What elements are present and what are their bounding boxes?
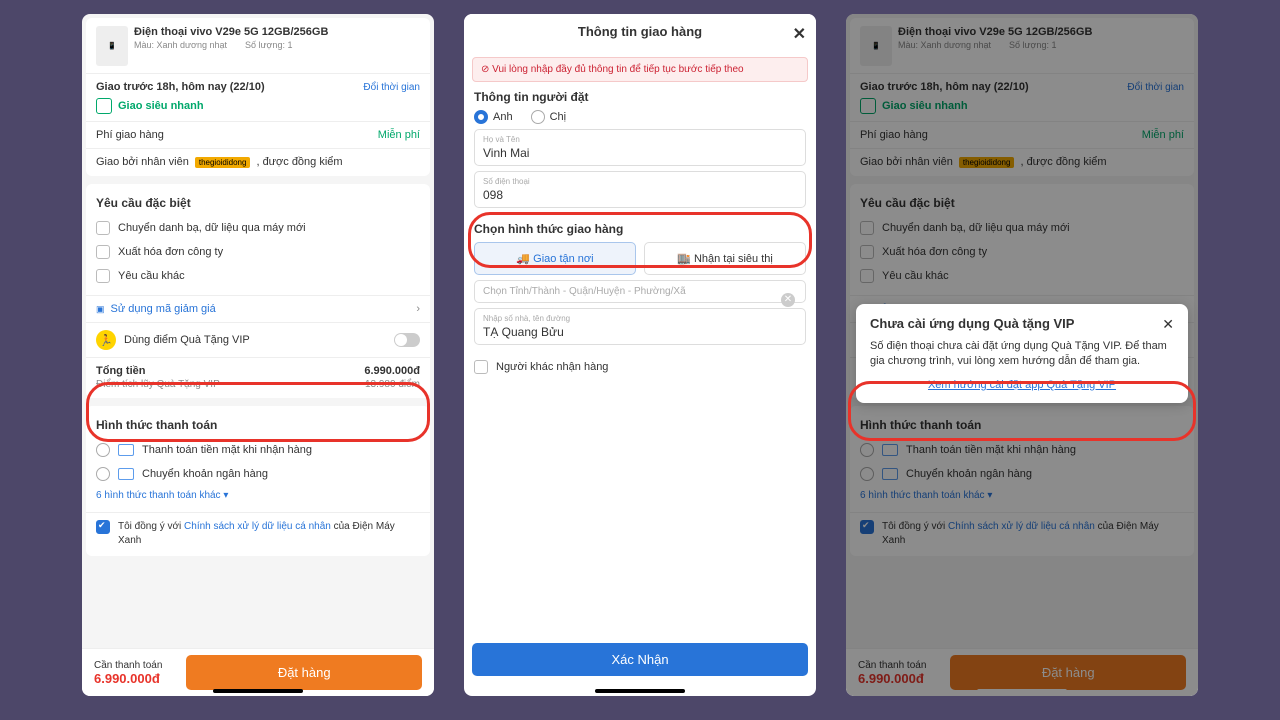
opt3-label: Yêu cầu khác <box>118 270 185 282</box>
more-payment-link[interactable]: 6 hình thức thanh toán khác ▾ <box>96 486 420 505</box>
confirm-button[interactable]: Xác Nhận <box>472 643 808 676</box>
screen-shipping-modal: Thông tin giao hàng ✕ ⊘ Vui lòng nhập đầ… <box>464 14 816 696</box>
ship-fee-label: Phí giao hàng <box>96 129 164 141</box>
change-time-link[interactable]: Đổi thời gian <box>363 82 420 93</box>
popup-title: Chưa cài ứng dụng Quà tặng VIP <box>870 316 1074 331</box>
vip-toggle-row[interactable]: 🏃 Dùng điểm Quà Tặng VIP <box>96 330 420 350</box>
tab-deliver[interactable]: 🚚 Giao tận nơi <box>474 242 636 275</box>
voucher-label: Sử dụng mã giảm giá <box>111 303 216 315</box>
popup-guide-link[interactable]: Xem hướng cài đặt app Quà Tặng VIP <box>870 379 1174 391</box>
close-icon[interactable]: ✕ <box>793 24 806 44</box>
voucher-icon: ▣ <box>96 304 105 315</box>
opt2-label: Xuất hóa đơn công ty <box>118 246 223 258</box>
modal-header: Thông tin giao hàng ✕ <box>464 14 816 49</box>
product-name: Điện thoại vivo V29e 5G 12GB/256GB <box>134 26 420 38</box>
product-thumb: 📱 <box>96 26 128 66</box>
home-indicator <box>977 689 1067 693</box>
clear-icon[interactable]: ✕ <box>781 293 795 307</box>
opt1-label: Chuyển danh bạ, dữ liệu qua máy mới <box>118 222 306 234</box>
location-select[interactable]: Chọn Tỉnh/Thành - Quận/Huyện - Phường/Xã… <box>474 280 806 303</box>
subtotal-value: 6.990.000đ <box>364 365 420 377</box>
product-qty: Số lượng: 1 <box>245 40 292 50</box>
screen-checkout-popup: 📱 Điện thoại vivo V29e 5G 12GB/256GB Màu… <box>846 14 1198 696</box>
order-button[interactable]: Đặt hàng <box>186 655 422 690</box>
cash-icon <box>118 444 134 456</box>
fast-ship-label: Giao siêu nhanh <box>118 100 204 112</box>
warning-banner: ⊘ Vui lòng nhập đầy đủ thông tin để tiếp… <box>472 57 808 82</box>
address-input[interactable]: Nhập số nhà, tên đường TẠ Quang Bửu <box>474 308 806 345</box>
points-label: Điểm tích lũy Quà Tặng VIP <box>96 379 220 390</box>
pay-bank-label: Chuyển khoản ngân hàng <box>142 468 268 480</box>
method-heading: Chọn hình thức giao hàng <box>474 222 806 236</box>
phone-input[interactable]: Số điện thoại 098 <box>474 171 806 208</box>
pay-cash-label: Thanh toán tiền mặt khi nhận hàng <box>142 444 312 456</box>
ship-staff-suffix: , được đồng kiểm <box>256 156 342 168</box>
modal-title: Thông tin giao hàng <box>578 24 702 39</box>
subtotal-label: Tổng tiền <box>96 365 146 377</box>
vip-label: Dùng điểm Quà Tặng VIP <box>124 334 250 346</box>
home-indicator <box>595 689 685 693</box>
orderer-heading: Thông tin người đặt <box>474 90 806 104</box>
ship-staff-prefix: Giao bởi nhân viên <box>96 156 189 168</box>
voucher-row[interactable]: ▣ Sử dụng mã giảm giá › <box>96 303 420 315</box>
vip-toggle[interactable] <box>394 333 420 347</box>
special-heading: Yêu cầu đặc biệt <box>96 196 420 210</box>
fast-ship-checkbox[interactable] <box>96 98 112 114</box>
salutation-female[interactable]: Chị <box>531 110 567 124</box>
vip-icon: 🏃 <box>96 330 116 350</box>
due-value: 6.990.000đ <box>94 671 162 686</box>
opt2-checkbox[interactable] <box>96 245 110 259</box>
name-input[interactable]: Họ và Tên Vinh Mai <box>474 129 806 166</box>
delivery-headline: Giao trước 18h, hôm nay (22/10) <box>96 81 265 93</box>
salutation-male[interactable]: Anh <box>474 110 513 124</box>
policy-link[interactable]: Chính sách xử lý dữ liệu cá nhân <box>184 521 331 532</box>
popup-close-icon[interactable]: ✕ <box>1162 316 1174 333</box>
points-value: 13.980 điểm <box>365 379 420 390</box>
opt1-checkbox[interactable] <box>96 221 110 235</box>
screen-checkout: 📱 Điện thoại vivo V29e 5G 12GB/256GB Màu… <box>82 14 434 696</box>
agree-checkbox[interactable] <box>96 520 110 534</box>
chevron-right-icon: › <box>416 303 420 315</box>
due-label: Cần thanh toán <box>94 660 162 671</box>
popup-body: Số điện thoại chưa cài đặt ứng dụng Quà … <box>870 339 1174 369</box>
pay-cash-option[interactable]: Thanh toán tiền mặt khi nhận hàng <box>96 438 420 462</box>
bank-icon <box>118 468 134 480</box>
home-indicator <box>213 689 303 693</box>
agree-text: Tôi đồng ý với Chính sách xử lý dữ liệu … <box>118 520 420 548</box>
ship-fee-value: Miễn phí <box>378 129 420 141</box>
pay-bank-option[interactable]: Chuyển khoản ngân hàng <box>96 462 420 486</box>
opt3-checkbox[interactable] <box>96 269 110 283</box>
brand-badge: thegioididong <box>195 157 251 168</box>
payment-heading: Hình thức thanh toán <box>96 418 420 432</box>
other-receiver-option[interactable]: Người khác nhận hàng <box>474 355 806 379</box>
product-name: Điện thoại vivo V29e 5G 12GB/256GB <box>898 26 1184 38</box>
vip-popup: Chưa cài ứng dụng Quà tặng VIP ✕ Số điện… <box>856 304 1188 403</box>
product-color: Màu: Xanh dương nhạt <box>134 40 227 50</box>
product-thumb: 📱 <box>860 26 892 66</box>
tab-pickup[interactable]: 🏬 Nhận tại siêu thị <box>644 242 806 275</box>
